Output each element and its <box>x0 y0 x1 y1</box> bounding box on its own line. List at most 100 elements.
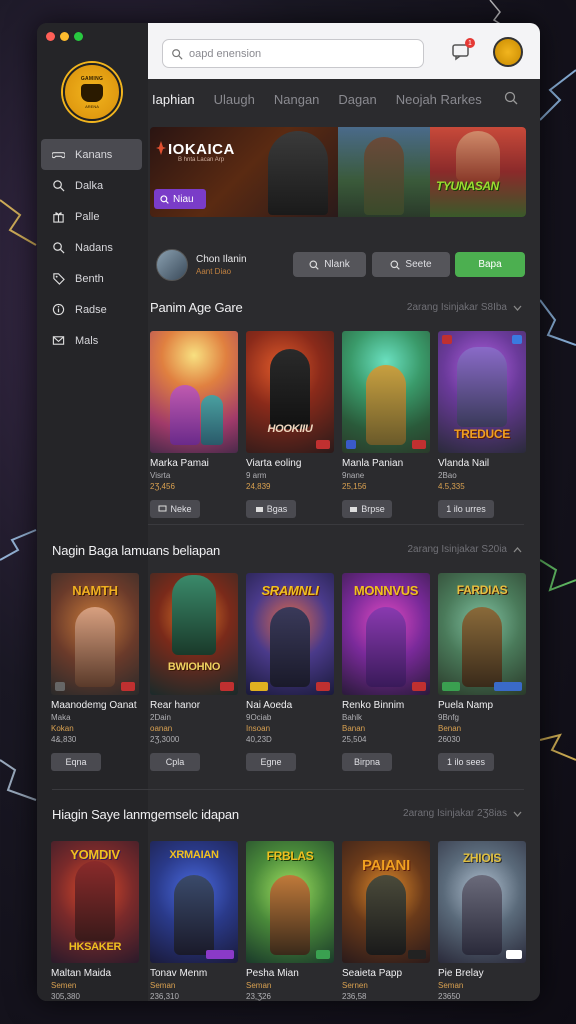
game-cover-title: PAIANI <box>362 857 410 874</box>
tab-ulaugh[interactable]: Ulaugh <box>214 86 255 113</box>
hero-subtitle: B hnta Lacan Arp <box>178 157 225 163</box>
game-title: Tonav Menm <box>150 968 208 979</box>
controller-icon <box>51 148 65 162</box>
game-title: Pesha Mian <box>246 968 299 979</box>
logo-emblem-icon <box>81 83 103 102</box>
action-button-nlank[interactable]: Nlank <box>293 252 366 277</box>
app-logo[interactable]: GAMING ARENA <box>63 63 121 121</box>
notification-badge: 1 <box>465 38 475 48</box>
game-subtitle: 9 arm <box>246 471 267 480</box>
game-cover-image: TREDUCE <box>438 331 526 453</box>
sidebar-item-kanans[interactable]: Kanans <box>41 139 142 170</box>
game-character <box>462 607 502 687</box>
platform-badge <box>442 682 460 691</box>
game-cover-image <box>150 331 238 453</box>
spark-icon <box>156 141 166 155</box>
game-cover-image: YOMDIV HKSAKER <box>51 841 139 963</box>
game-cover-image: FARDIAS <box>438 573 526 695</box>
hero-card-secondary[interactable] <box>338 127 430 217</box>
rating-badge <box>316 950 330 959</box>
game-cover-image: PAIANI <box>342 841 430 963</box>
sidebar-item-palle[interactable]: Palle <box>41 201 142 232</box>
hero-button-label: Niau <box>173 193 194 205</box>
game-card-button[interactable]: Brpse <box>342 500 392 518</box>
game-price: 25,504 <box>342 735 367 744</box>
action-button-bapa[interactable]: Bapa <box>455 252 525 277</box>
action-button-label: Nlank <box>324 259 350 270</box>
platform-badge <box>55 682 65 691</box>
game-cover-image: XRMAIAN <box>150 841 238 963</box>
section-meta[interactable]: 2arang Isinjakar S20ia <box>407 544 522 555</box>
game-card[interactable]: FARDIAS Puela Namp 9Bnfg Benan 26030 1 i… <box>438 573 526 771</box>
game-cover-subtitle: HKSAKER <box>68 941 122 953</box>
sidebar-item-nadans[interactable]: Nadans <box>41 232 142 263</box>
sidebar-item-label: Nadans <box>75 241 113 254</box>
game-card-button[interactable]: Eqna <box>51 753 101 771</box>
hero-featured[interactable]: IOKAICA B hnta Lacan Arp Niau <box>150 127 338 217</box>
game-cover-title: MONNVUS <box>353 583 419 598</box>
game-card[interactable]: YOMDIV HKSAKER Maltan Maida Semen 305,38… <box>51 841 139 1001</box>
search-input[interactable] <box>189 47 409 60</box>
hero-card-tertiary[interactable]: TYUNASAN <box>430 127 526 217</box>
maximize-window-button[interactable] <box>74 32 83 41</box>
chevron-down-icon <box>513 811 522 817</box>
game-card[interactable]: ZHIOIS Pie Brelay Seman 23650 <box>438 841 526 1001</box>
game-card-button[interactable]: Egne <box>246 753 296 771</box>
sidebar-item-radse[interactable]: Radse <box>41 294 142 325</box>
game-subtitle: Visrta <box>150 471 171 480</box>
logo-bottom-text: ARENA <box>85 103 99 109</box>
game-title: Viarta eoling <box>246 458 302 469</box>
game-character <box>172 575 216 655</box>
game-card-button[interactable]: Birpna <box>342 753 392 771</box>
game-cover-image: FRBLAS <box>246 841 334 963</box>
game-card[interactable]: BWIOHNO Rear hanor 2Dain oanan 2Ʒ,3000 C… <box>150 573 238 771</box>
game-card-button[interactable]: Bgas <box>246 500 296 518</box>
user-profile[interactable]: Chon Ilanin Aant Diao <box>156 249 247 281</box>
game-card[interactable]: SRAMNLI Nai Aoeda 9Ociab Insoan 40,23D E… <box>246 573 334 771</box>
game-card-button[interactable]: Cpla <box>150 753 200 771</box>
sidebar-item-benth[interactable]: Benth <box>41 263 142 294</box>
notification-button[interactable]: 1 <box>451 38 475 63</box>
tab-dagan[interactable]: Dagan <box>338 86 376 113</box>
search-icon[interactable] <box>504 91 518 105</box>
game-card-button[interactable]: 1 ilo urres <box>438 500 494 518</box>
tab-nangan[interactable]: Nangan <box>274 86 320 113</box>
game-card[interactable]: MONNVUS Renko Binnim Bahlk Banan 25,504 … <box>342 573 430 771</box>
game-card[interactable]: PAIANI Seaieta Papp Sernen 236,58 <box>342 841 430 1001</box>
tab-bar: Iaphian Ulaugh Nangan Dagan Neojah Rarke… <box>148 79 540 119</box>
game-character <box>457 347 507 427</box>
game-subtitle: Maka <box>51 713 71 722</box>
game-card[interactable]: XRMAIAN Tonav Menm Seman 236,310 <box>150 841 238 1001</box>
game-cover-image <box>342 331 430 453</box>
game-cover-title: ZHIOIS <box>462 851 502 865</box>
game-card[interactable]: TREDUCE Vlanda Nail 2Bao 4.5,335 1 ilo u… <box>438 331 526 518</box>
hero-play-button[interactable]: Niau <box>154 189 206 209</box>
game-card-button[interactable]: 1 ilo sees <box>438 753 494 771</box>
game-cover-title: NAMTH <box>72 583 118 598</box>
window-controls <box>46 32 83 41</box>
sidebar-item-mals[interactable]: Mals <box>41 325 142 356</box>
close-window-button[interactable] <box>46 32 55 41</box>
search-icon <box>309 260 319 270</box>
minimize-window-button[interactable] <box>60 32 69 41</box>
game-card[interactable]: Manla Panian 9nane 25,156 Brpse <box>342 331 430 518</box>
section-meta[interactable]: 2arang Isinjakar S8Iba <box>407 302 522 313</box>
game-card[interactable]: NAMTH Maanodemg Oanat Maka Kokan 4&,830 … <box>51 573 139 771</box>
hero-banner[interactable]: IOKAICA B hnta Lacan Arp Niau TYUNASAN <box>150 127 526 217</box>
user-avatar[interactable] <box>493 37 523 67</box>
rating-badge <box>408 950 426 959</box>
game-card[interactable]: FRBLAS Pesha Mian Seman 23,Ʒ26 <box>246 841 334 1001</box>
action-button-seete[interactable]: Seete <box>372 252 450 277</box>
sidebar-item-dalka[interactable]: Dalka <box>41 170 142 201</box>
game-card[interactable]: HOOKIIU Viarta eoling 9 arm 24,839 Bgas <box>246 331 334 518</box>
game-character <box>174 875 214 955</box>
search-box[interactable] <box>162 39 424 68</box>
game-price: 23650 <box>438 992 461 1001</box>
game-card[interactable]: Marka Pamai Visrta 2Ʒ,456 Neke <box>150 331 238 518</box>
tab-iaphian[interactable]: Iaphian <box>152 86 195 113</box>
section-meta[interactable]: 2arang Isinjakar 2Ʒ8ias <box>403 808 522 819</box>
game-card-button[interactable]: Neke <box>150 500 200 518</box>
game-subtitle: Seman <box>246 981 272 990</box>
game-card-button-label: Bgas <box>266 504 288 514</box>
tab-neojah-rarkes[interactable]: Neojah Rarkes <box>396 86 482 113</box>
